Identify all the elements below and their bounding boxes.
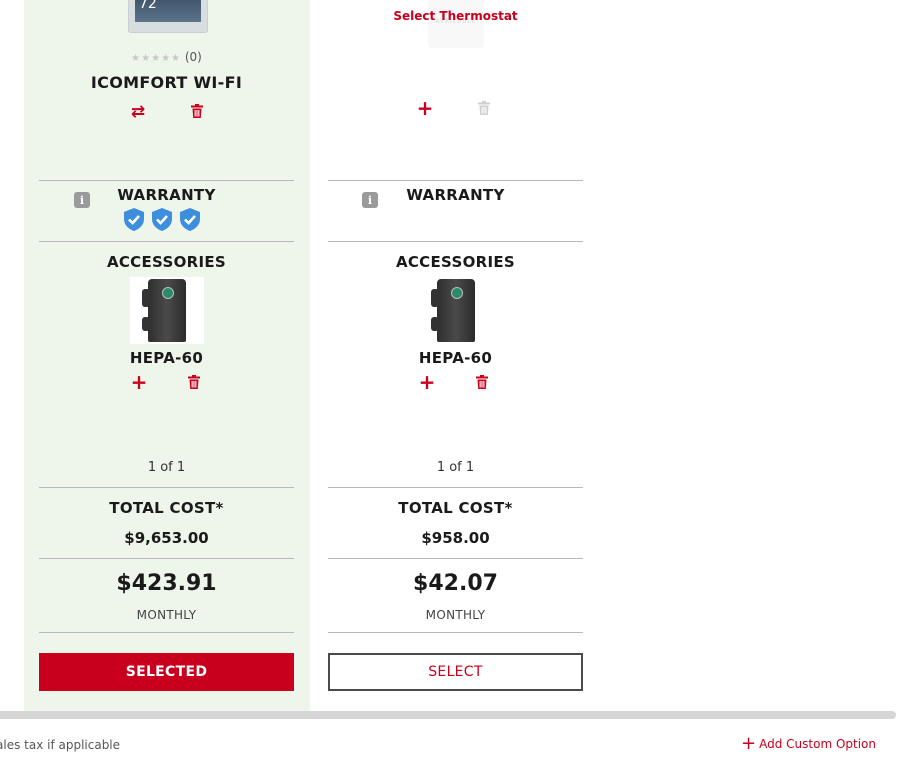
divider: [39, 180, 294, 181]
add-custom-option-link[interactable]: + Add Custom Option: [741, 733, 876, 754]
accessory-image: [419, 277, 493, 344]
shield-check-icon: [180, 208, 200, 231]
total-cost-label: TOTAL COST*: [398, 499, 513, 517]
divider: [328, 558, 583, 559]
product-name: ICOMFORT WI-FI: [90, 73, 243, 92]
accessories-title: ACCESSORIES: [106, 253, 227, 271]
warranty-title: WARRANTY: [117, 186, 216, 204]
divider: [39, 632, 294, 633]
total-cost-value: $9,653.00: [124, 529, 209, 547]
accessory-name: HEPA-60: [418, 349, 493, 367]
select-thermostat-link[interactable]: Select Thermostat: [328, 9, 583, 23]
select-button[interactable]: SELECT: [328, 653, 583, 691]
thermostat-placeholder-image: AVAILABLE: [428, 0, 484, 48]
total-cost-value: $958.00: [421, 529, 490, 547]
warranty-title: WARRANTY: [406, 186, 505, 204]
add-thermostat-icon[interactable]: +: [415, 98, 435, 118]
trash-icon[interactable]: [186, 373, 202, 391]
divider: [328, 241, 583, 242]
divider: [39, 241, 294, 242]
divider: [328, 632, 583, 633]
rating: ★★★★★ (0): [39, 50, 294, 64]
pager: 1 of 1: [147, 460, 186, 475]
rating-stars-icon: ★★★★★: [131, 53, 181, 64]
horizontal-scrollbar[interactable]: [0, 711, 896, 719]
add-accessory-icon[interactable]: +: [129, 372, 149, 392]
trash-icon[interactable]: [474, 373, 490, 391]
monthly-payment-value: $423.91: [116, 571, 217, 596]
selected-button[interactable]: SELECTED: [39, 653, 294, 691]
trash-icon[interactable]: [189, 102, 205, 120]
monthly-payment-value: $42.07: [413, 571, 498, 596]
shield-check-icon: [152, 208, 172, 231]
thermostat-thumbnail: 72: [128, 0, 208, 33]
accessories-title: ACCESSORIES: [395, 253, 516, 271]
add-custom-option-label: Add Custom Option: [759, 737, 876, 751]
thermostat-screen: 72: [135, 0, 201, 22]
warranty-shields: [123, 208, 201, 231]
divider: [39, 487, 294, 488]
accessory-name: HEPA-60: [129, 349, 204, 367]
shield-check-icon: [124, 208, 144, 231]
accessory-image: [130, 277, 204, 344]
add-accessory-icon[interactable]: +: [417, 372, 437, 392]
pager: 1 of 1: [436, 460, 475, 475]
tax-footnote: ales tax if applicable: [0, 738, 121, 752]
rating-count: (0): [184, 50, 202, 64]
swap-icon[interactable]: ⇄: [128, 102, 148, 122]
monthly-label: MONTHLY: [425, 608, 486, 622]
total-cost-label: TOTAL COST*: [109, 499, 224, 517]
plus-icon: +: [741, 733, 757, 754]
divider: [328, 487, 583, 488]
divider: [39, 558, 294, 559]
divider: [328, 180, 583, 181]
trash-icon-disabled: [476, 99, 492, 117]
monthly-label: MONTHLY: [136, 608, 197, 622]
